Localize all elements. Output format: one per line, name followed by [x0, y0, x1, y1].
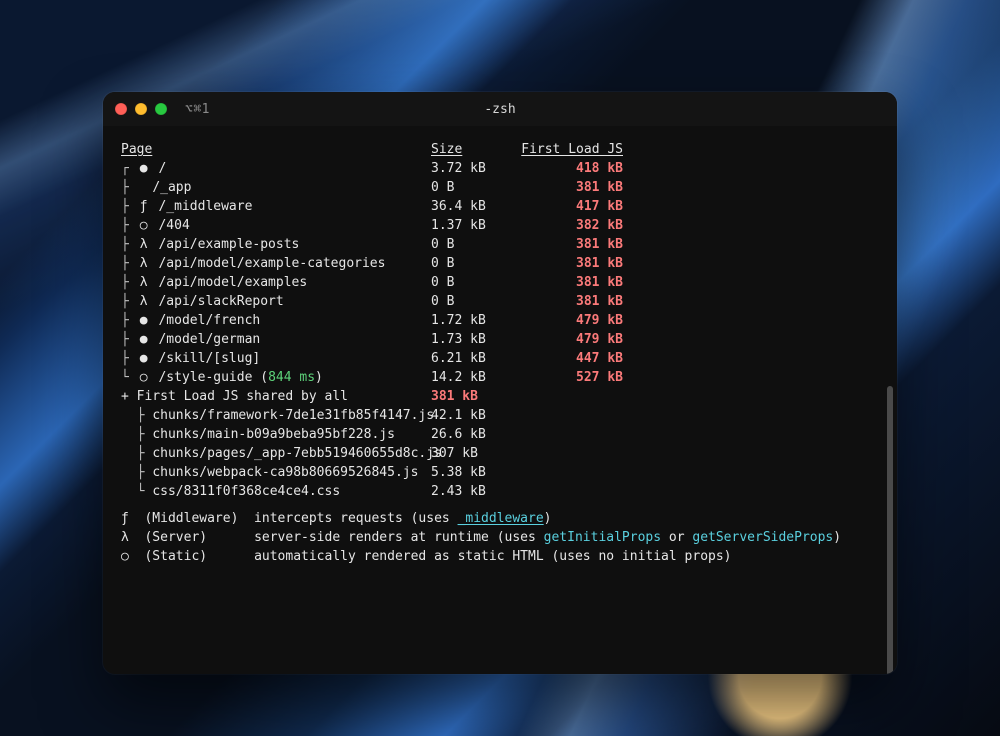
route-row: ├ ƒ /_middleware36.4 kB417 kB: [121, 197, 883, 216]
route-row: ├ λ /api/model/example-categories0 B381 …: [121, 254, 883, 273]
window-title: -zsh: [103, 102, 897, 117]
route-row: ├ λ /api/example-posts0 B381 kB: [121, 235, 883, 254]
terminal-window: ⌥⌘1 -zsh PageSizeFirst Load JS ┌ ● /3.72…: [103, 92, 897, 674]
route-row: ┌ ● /3.72 kB418 kB: [121, 159, 883, 178]
table-header: PageSizeFirst Load JS: [121, 140, 883, 159]
route-row: └ ○ /style-guide (844 ms)14.2 kB527 kB: [121, 368, 883, 387]
legend-server: λ (Server) server-side renders at runtim…: [121, 528, 881, 547]
route-row: ├ ● /skill/[slug]6.21 kB447 kB: [121, 349, 883, 368]
traffic-lights: [115, 103, 167, 115]
close-icon[interactable]: [115, 103, 127, 115]
zoom-icon[interactable]: [155, 103, 167, 115]
tab-shortcut: ⌥⌘1: [185, 102, 210, 117]
route-row: ├ λ /api/slackReport0 B381 kB: [121, 292, 883, 311]
route-row: ├ ● /model/french1.72 kB479 kB: [121, 311, 883, 330]
scrollbar-thumb[interactable]: [887, 386, 893, 674]
legend-middleware: ƒ (Middleware) intercepts requests (uses…: [121, 509, 883, 528]
route-row: ├ ○ /4041.37 kB382 kB: [121, 216, 883, 235]
chunk-row: ├ chunks/pages/_app-7ebb519460655d8c.js3…: [121, 444, 883, 463]
minimize-icon[interactable]: [135, 103, 147, 115]
route-row: ├ ● /model/german1.73 kB479 kB: [121, 330, 883, 349]
titlebar[interactable]: ⌥⌘1 -zsh: [103, 92, 897, 126]
terminal-body[interactable]: PageSizeFirst Load JS ┌ ● /3.72 kB418 kB…: [103, 126, 897, 674]
route-row: ├ /_app0 B381 kB: [121, 178, 883, 197]
chunk-row: ├ chunks/framework-7de1e31fb85f4147.js42…: [121, 406, 883, 425]
chunk-row: ├ chunks/webpack-ca98b80669526845.js5.38…: [121, 463, 883, 482]
shared-header: + First Load JS shared by all381 kB: [121, 387, 883, 406]
legend-static: ○ (Static) automatically rendered as sta…: [121, 547, 883, 566]
route-row: ├ λ /api/model/examples0 B381 kB: [121, 273, 883, 292]
chunk-row: └ css/8311f0f368ce4ce4.css2.43 kB: [121, 482, 883, 501]
chunk-row: ├ chunks/main-b09a9beba95bf228.js26.6 kB: [121, 425, 883, 444]
